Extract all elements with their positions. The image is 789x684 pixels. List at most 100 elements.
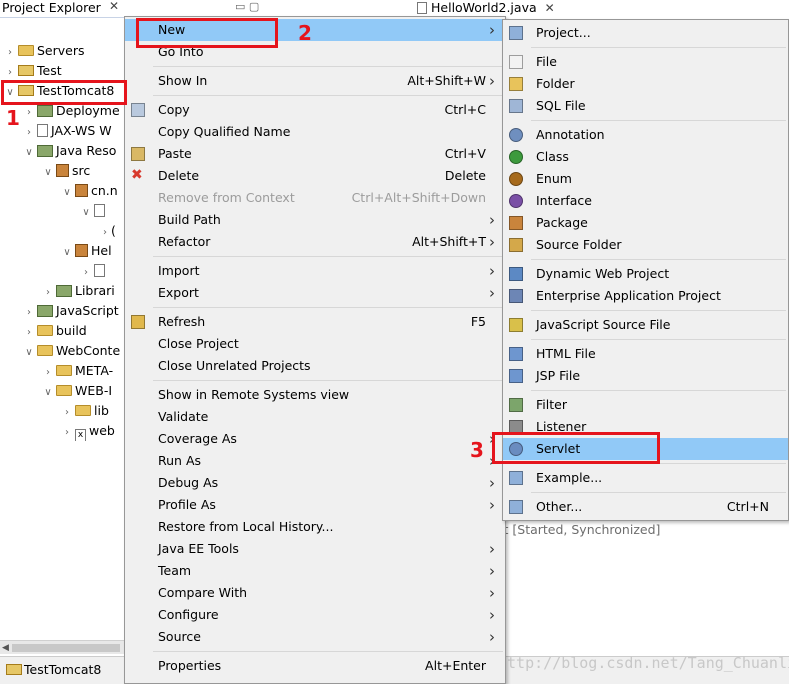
menu-item-export[interactable]: Export ›: [125, 282, 505, 304]
menu-item-javascript-source-file[interactable]: JavaScript Source File: [503, 314, 788, 336]
menu-item-close-unrelated-projects[interactable]: Close Unrelated Projects: [125, 355, 505, 377]
chevron-right-icon[interactable]: ›: [4, 43, 16, 61]
chevron-right-icon[interactable]: ›: [99, 223, 111, 241]
chevron-right-icon[interactable]: ›: [23, 323, 35, 341]
chevron-right-icon[interactable]: ›: [23, 103, 35, 121]
menu-item-import[interactable]: Import ›: [125, 260, 505, 282]
tree-item[interactable]: ›: [80, 261, 108, 281]
tree-item[interactable]: ∨ Java Reso: [23, 141, 116, 161]
menu-item-enum[interactable]: Enum: [503, 168, 788, 190]
menu-item-filter[interactable]: Filter: [503, 394, 788, 416]
menu-item-copy[interactable]: Copy Ctrl+C: [125, 99, 505, 121]
tree-item[interactable]: ∨ Hel: [61, 241, 111, 261]
chevron-right-icon[interactable]: ›: [23, 303, 35, 321]
menu-item-show-in-remote-systems-view[interactable]: Show in Remote Systems view: [125, 384, 505, 406]
menu-item-validate[interactable]: Validate: [125, 406, 505, 428]
chevron-down-icon[interactable]: ∨: [23, 343, 35, 361]
library-icon: [56, 285, 72, 297]
menu-item-html-file[interactable]: HTML File: [503, 343, 788, 365]
menu-item-java-ee-tools[interactable]: Java EE Tools ›: [125, 538, 505, 560]
example-icon: [509, 471, 523, 485]
menu-item-run-as[interactable]: Run As ›: [125, 450, 505, 472]
project-explorer-title: Project Explorer: [2, 0, 101, 15]
menu-item-copy-qualified-name[interactable]: Copy Qualified Name: [125, 121, 505, 143]
scrollbar-thumb[interactable]: [12, 644, 120, 652]
tree-item[interactable]: › Librari: [42, 281, 115, 301]
menu-item-team[interactable]: Team ›: [125, 560, 505, 582]
tree-item[interactable]: ∨ src: [42, 161, 90, 181]
close-icon[interactable]: ✕: [545, 1, 555, 15]
tree-item-label: JAX-WS W: [51, 123, 112, 138]
menu-item-profile-as[interactable]: Profile As ›: [125, 494, 505, 516]
menu-item-label: Enum: [536, 171, 572, 186]
menu-item-jsp-file[interactable]: JSP File: [503, 365, 788, 387]
chevron-right-icon[interactable]: ›: [42, 283, 54, 301]
menu-item-file[interactable]: File: [503, 51, 788, 73]
menu-item-restore-from-local-history[interactable]: Restore from Local History...: [125, 516, 505, 538]
menu-item-other[interactable]: Other... Ctrl+N: [503, 496, 788, 518]
chevron-right-icon[interactable]: ›: [23, 123, 35, 141]
chevron-down-icon[interactable]: ∨: [61, 243, 73, 261]
menu-item-label: Build Path: [158, 212, 221, 227]
menu-item-refresh[interactable]: Refresh F5: [125, 311, 505, 333]
scroll-left-icon[interactable]: ◀: [2, 641, 9, 655]
project-explorer-tab[interactable]: Project Explorer ✕: [0, 0, 125, 18]
menu-item-source-folder[interactable]: Source Folder: [503, 234, 788, 256]
menu-item-compare-with[interactable]: Compare With ›: [125, 582, 505, 604]
tree-item[interactable]: › JAX-WS W: [23, 121, 112, 141]
chevron-right-icon[interactable]: ›: [80, 263, 92, 281]
tree-item[interactable]: › build: [23, 321, 87, 341]
chevron-down-icon[interactable]: ∨: [80, 203, 92, 221]
menu-item-delete[interactable]: ✖ Delete Delete: [125, 165, 505, 187]
chevron-right-icon[interactable]: ›: [4, 63, 16, 81]
editor-tab[interactable]: HelloWorld2.java ✕: [415, 0, 555, 15]
menu-item-dynamic-web-project[interactable]: Dynamic Web Project: [503, 263, 788, 285]
menu-item-debug-as[interactable]: Debug As ›: [125, 472, 505, 494]
chevron-right-icon[interactable]: ›: [61, 423, 73, 441]
tree-item[interactable]: › META-: [42, 361, 113, 381]
menu-item-sql-file[interactable]: SQL File: [503, 95, 788, 117]
menu-item-build-path[interactable]: Build Path ›: [125, 209, 505, 231]
menu-item-package[interactable]: Package: [503, 212, 788, 234]
menu-item-properties[interactable]: Properties Alt+Enter: [125, 655, 505, 677]
menu-item-project[interactable]: Project...: [503, 22, 788, 44]
menu-item-class[interactable]: Class: [503, 146, 788, 168]
menu-item-enterprise-application-project[interactable]: Enterprise Application Project: [503, 285, 788, 307]
menu-separator: [153, 380, 503, 381]
annotation-number-1: 1: [6, 106, 20, 130]
chevron-down-icon[interactable]: ∨: [61, 183, 73, 201]
tree-item[interactable]: › JavaScript: [23, 301, 119, 321]
tree-item[interactable]: ∨: [80, 201, 108, 221]
menu-item-configure[interactable]: Configure ›: [125, 604, 505, 626]
menu-item-paste[interactable]: Paste Ctrl+V: [125, 143, 505, 165]
menu-item-coverage-as[interactable]: Coverage As ›: [125, 428, 505, 450]
menu-item-show-in[interactable]: Show In Alt+Shift+W ›: [125, 70, 505, 92]
tree-item[interactable]: ∨ cn.n: [61, 181, 117, 201]
menu-item-interface[interactable]: Interface: [503, 190, 788, 212]
tree-item[interactable]: ∨ WEB-I: [42, 381, 112, 401]
chevron-down-icon[interactable]: ∨: [23, 143, 35, 161]
menu-item-annotation[interactable]: Annotation: [503, 124, 788, 146]
tree-item[interactable]: ›(: [99, 221, 116, 241]
menu-item-source[interactable]: Source ›: [125, 626, 505, 648]
menu-item-example[interactable]: Example...: [503, 467, 788, 489]
annotation-number-3: 3: [470, 438, 484, 462]
tree-item[interactable]: ∨ WebConte: [23, 341, 120, 361]
tree-item[interactable]: › Servers: [4, 41, 85, 61]
horizontal-scrollbar[interactable]: ◀: [0, 640, 125, 654]
minimize-maximize-icons[interactable]: ▭ ▢: [235, 0, 259, 13]
menu-item-shortcut: Alt+Enter: [425, 658, 486, 673]
menu-item-close-project[interactable]: Close Project: [125, 333, 505, 355]
close-icon[interactable]: ✕: [109, 0, 119, 13]
chevron-right-icon[interactable]: ›: [61, 403, 73, 421]
menu-item-refactor[interactable]: Refactor Alt+Shift+T ›: [125, 231, 505, 253]
chevron-down-icon[interactable]: ∨: [42, 383, 54, 401]
tree-item[interactable]: › x web: [61, 421, 115, 441]
menu-item-folder[interactable]: Folder: [503, 73, 788, 95]
project-icon: [6, 664, 22, 675]
chevron-down-icon[interactable]: ∨: [42, 163, 54, 181]
chevron-right-icon: ›: [489, 474, 495, 492]
chevron-right-icon[interactable]: ›: [42, 363, 54, 381]
tree-item[interactable]: › Test: [4, 61, 62, 81]
tree-item[interactable]: › lib: [61, 401, 109, 421]
